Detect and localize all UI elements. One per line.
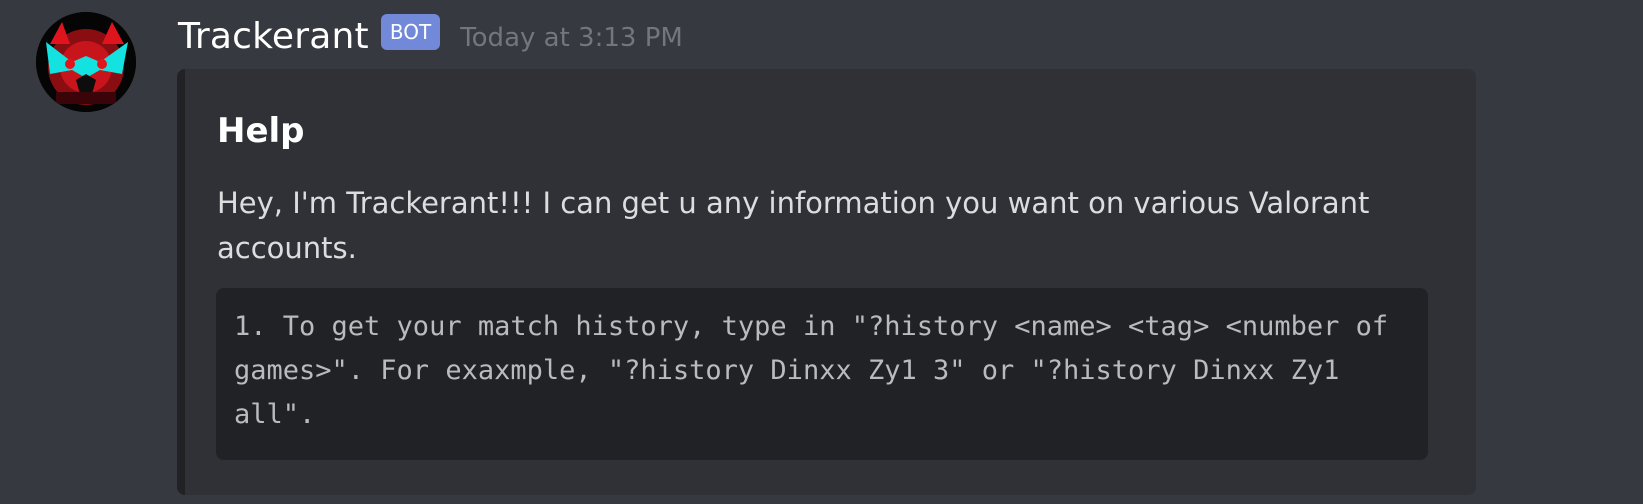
message-timestamp: Today at 3:13 PM [460, 23, 683, 53]
bot-badge: BOT [380, 14, 441, 50]
embed-code-block: 1. To get your match history, type in "?… [216, 288, 1428, 460]
embed-description: Hey, I'm Trackerant!!! I can get u any i… [217, 186, 1370, 265]
chat-message: Trackerant BOT Today at 3:13 PM Help Hey… [0, 0, 1643, 504]
message-embed: Help Hey, I'm Trackerant!!! I can get u … [177, 69, 1476, 495]
masked-face-avatar-icon [36, 12, 136, 112]
user-avatar[interactable] [36, 12, 136, 112]
author-username[interactable]: Trackerant [178, 16, 369, 57]
embed-accent-bar [177, 69, 185, 495]
message-header: Trackerant BOT Today at 3:13 PM [178, 12, 683, 60]
embed-title: Help [217, 111, 305, 151]
